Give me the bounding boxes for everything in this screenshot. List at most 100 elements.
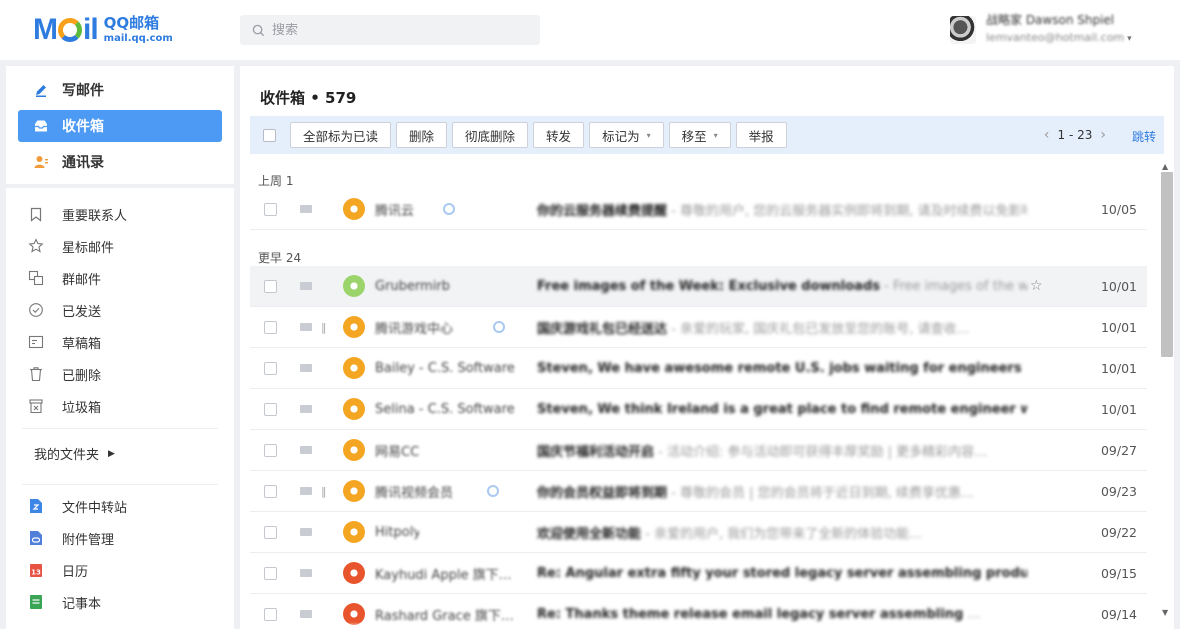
- email-row[interactable]: Grubermirbl Free images of the Week: Excl…: [250, 266, 1147, 307]
- email-summary: 国庆节福利活动开启 - 活动介绍: 参与活动即可获得丰厚奖励 | 更多精彩内容…: [537, 441, 1027, 460]
- sidebar-folders: 重要联系人 星标邮件 群邮件 已发送 草稿箱 已删除 垃圾箱 我的文件夹 ▶ 文…: [6, 188, 234, 629]
- email-row[interactable]: ‖ 腾讯视频会员 你的会员权益即将到期 - 尊敬的会员 | 您的会员将于近日到期, …: [250, 471, 1147, 512]
- email-row[interactable]: Selina - C.S. Software Steven, We think I…: [250, 389, 1147, 430]
- email-checkbox[interactable]: [264, 361, 277, 375]
- email-date: 10/01: [1100, 360, 1137, 376]
- page-range: 1 - 23: [1057, 128, 1093, 142]
- email-checkbox[interactable]: [264, 320, 277, 334]
- sidebar-item-sent[interactable]: 已发送: [28, 298, 101, 322]
- email-row[interactable]: ‖ 腾讯游戏中心 国庆游戏礼包已经送达 - 亲爱的玩家, 国庆礼包已发放至您的账号,…: [250, 307, 1147, 348]
- qq-mail-logo[interactable]: M il QQ邮箱 mail.qq.com: [33, 14, 173, 46]
- sidebar-item-starred[interactable]: 星标邮件: [28, 234, 114, 258]
- sender-avatar: [343, 480, 365, 502]
- sender-avatar: [343, 275, 365, 297]
- sidebar-item-file-transfer[interactable]: 文件中转站: [28, 494, 127, 518]
- sidebar-item-contacts[interactable]: 通讯录: [18, 146, 222, 178]
- email-checkbox[interactable]: [264, 443, 277, 457]
- email-preview: - Free images of the week for your desig…: [884, 278, 1027, 294]
- email-subject: Re: Angular extra fifty your stored lega…: [537, 565, 1027, 581]
- sidebar-item-label: 已发送: [62, 304, 102, 320]
- logo-text: QQ邮箱 mail.qq.com: [104, 15, 173, 45]
- email-checkbox[interactable]: [264, 566, 277, 580]
- jump-link[interactable]: 跳转: [1132, 128, 1156, 145]
- compose-button[interactable]: 写邮件: [18, 74, 222, 106]
- email-checkbox[interactable]: [264, 484, 277, 498]
- search-icon: [252, 24, 265, 36]
- email-summary: 欢迎使用全新功能 - 亲爱的用户, 我们为您带来了全新的体验功能…: [537, 523, 1027, 542]
- sender-name: Hitpoly: [375, 524, 419, 540]
- email-subject: 国庆节福利活动开启: [537, 444, 655, 460]
- delete-permanently-button[interactable]: 彻底删除: [452, 122, 529, 148]
- move-to-dropdown[interactable]: 移至 ▾: [668, 122, 731, 148]
- envelope-icon: [300, 323, 312, 331]
- delete-button[interactable]: 删除: [396, 122, 448, 148]
- calendar-badge: 13: [31, 569, 41, 577]
- email-row[interactable]: 腾讯云 你的云服务器续费提醒 - 尊敬的用户, 您的云服务器实例即将到期, 请及时…: [250, 189, 1147, 230]
- scroll-down-icon[interactable]: ▼: [1162, 608, 1168, 617]
- pen-icon: [32, 81, 50, 99]
- search-box[interactable]: [240, 15, 540, 45]
- email-row[interactable]: Bailey - C.S. Software Steven, We have aw…: [250, 348, 1147, 389]
- sidebar-item-deleted[interactable]: 已删除: [28, 362, 101, 386]
- email-checkbox[interactable]: [264, 525, 277, 539]
- sidebar-item-spam[interactable]: 垃圾箱: [28, 394, 101, 418]
- sidebar-item-label: 星标邮件: [62, 240, 115, 256]
- scrollbar-thumb[interactable]: [1161, 172, 1173, 357]
- email-subject: 国庆游戏礼包已经送达: [537, 321, 668, 337]
- inbox-icon: [32, 117, 50, 135]
- email-checkbox[interactable]: [264, 202, 277, 216]
- sidebar-item-group-mail[interactable]: 群邮件: [28, 266, 101, 290]
- my-folders-label: 我的文件夹: [34, 448, 100, 463]
- logo-url: mail.qq.com: [103, 33, 173, 44]
- chevron-down-icon: ▾: [646, 130, 651, 140]
- report-button[interactable]: 举报: [735, 122, 787, 148]
- my-folders-toggle[interactable]: 我的文件夹 ▶: [34, 444, 115, 463]
- sender-name: Kayhudi Apple 旗下…: [375, 567, 512, 583]
- mark-as-dropdown[interactable]: 标记为 ▾: [589, 122, 664, 148]
- envelope-icon: [300, 487, 312, 495]
- star-toggle-icon[interactable]: ☆: [1030, 278, 1043, 294]
- sidebar-primary: 写邮件 收件箱 通讯录: [6, 66, 234, 184]
- email-summary: Re: Angular extra fifty your stored lega…: [537, 566, 1027, 581]
- account-dropdown-icon[interactable]: ▾: [1127, 34, 1132, 44]
- envelope-icon: [300, 405, 312, 413]
- sidebar-item-notepad[interactable]: 记事本: [28, 590, 101, 614]
- email-row[interactable]: Kayhudi Apple 旗下… Re: Angular extra fifty…: [250, 553, 1147, 594]
- compose-label: 写邮件: [62, 83, 104, 99]
- search-input[interactable]: [272, 22, 522, 38]
- prev-page-icon[interactable]: ‹: [1044, 127, 1050, 143]
- sidebar-item-label: 日历: [62, 564, 89, 580]
- sender-avatar: [343, 357, 365, 379]
- envelope-icon: [300, 282, 312, 290]
- email-checkbox[interactable]: [264, 402, 277, 416]
- sender-name: Bailey - C.S. Software: [375, 360, 515, 376]
- user-account[interactable]: 战略家 Dawson Shpiel lemvanteo@hotmail.com ▾: [950, 12, 1132, 48]
- select-all-checkbox[interactable]: [263, 128, 276, 142]
- scroll-up-icon[interactable]: ▲: [1162, 162, 1168, 171]
- mail-toolbar: 全部标为已读 删除 彻底删除 转发 标记为 ▾ 移至 ▾ 举报 ‹ 1 - 23 ›…: [250, 116, 1164, 154]
- email-row[interactable]: Hitpoly 欢迎使用全新功能 - 亲爱的用户, 我们为您带来了全新的体验功能……: [250, 512, 1147, 553]
- sidebar-item-drafts[interactable]: 草稿箱: [28, 330, 101, 354]
- sidebar-item-label: 文件中转站: [62, 500, 128, 516]
- avatar[interactable]: [950, 16, 976, 44]
- email-row[interactable]: 网易CC 国庆节福利活动开启 - 活动介绍: 参与活动即可获得丰厚奖励 | 更多精…: [250, 430, 1147, 471]
- email-subject: Steven, We have awesome remote U.S. jobs…: [537, 360, 1027, 376]
- email-date: 09/27: [1100, 442, 1137, 458]
- email-summary: Re: Thanks theme release email legacy se…: [537, 607, 1027, 622]
- sidebar-item-attachments[interactable]: 附件管理: [28, 526, 114, 550]
- sidebar-item-important-contacts[interactable]: 重要联系人: [28, 202, 127, 226]
- email-date: 10/01: [1100, 401, 1137, 417]
- email-preview: - 尊敬的用户, 您的云服务器实例即将到期, 请及时续费以免影响…: [667, 203, 1027, 219]
- email-checkbox[interactable]: [264, 279, 277, 293]
- scrollbar[interactable]: ▲ ▼: [1158, 162, 1174, 629]
- mark-all-read-button[interactable]: 全部标为已读: [290, 122, 392, 148]
- user-info[interactable]: 战略家 Dawson Shpiel lemvanteo@hotmail.com ▾: [986, 12, 1132, 48]
- email-checkbox[interactable]: [264, 607, 277, 621]
- envelope-icon: [300, 569, 312, 577]
- sidebar-item-inbox[interactable]: 收件箱: [18, 110, 222, 142]
- sender-name: Grubermirbl: [375, 278, 450, 294]
- forward-button[interactable]: 转发: [533, 122, 585, 148]
- sender-avatar: [343, 562, 365, 584]
- next-page-icon[interactable]: ›: [1100, 127, 1106, 143]
- sidebar-item-calendar[interactable]: 13 日历: [28, 558, 88, 582]
